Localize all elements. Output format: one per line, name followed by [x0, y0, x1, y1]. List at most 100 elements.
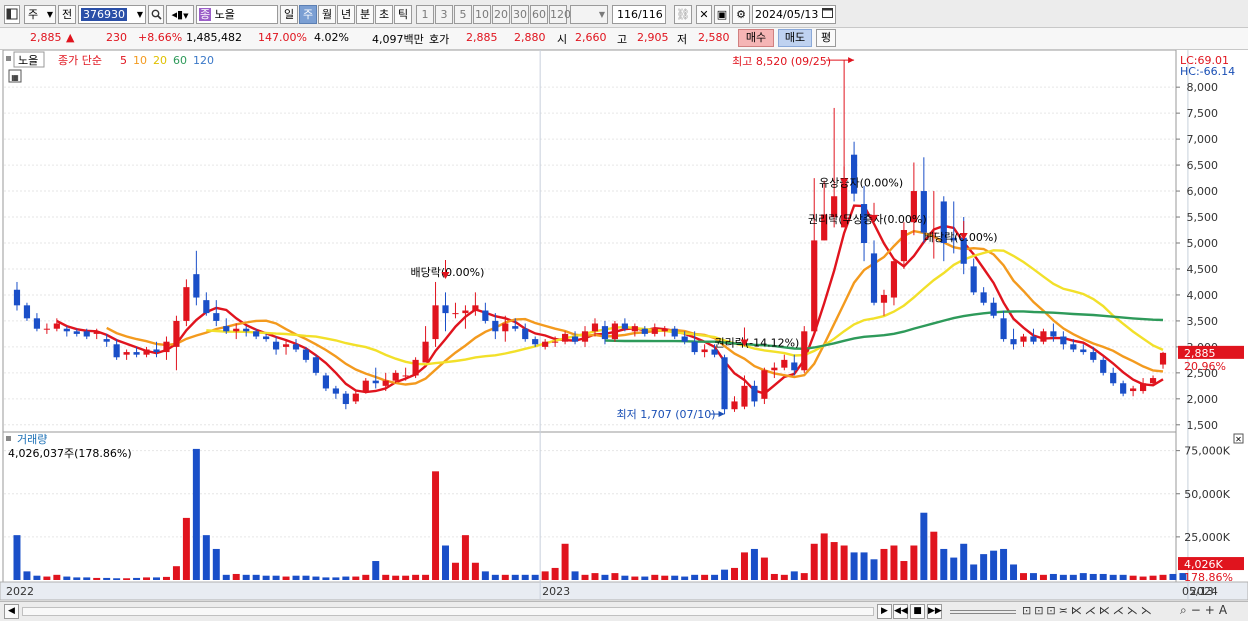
candle: [1100, 359, 1107, 373]
buy-button[interactable]: 매수: [738, 29, 774, 47]
count-field[interactable]: 116/116: [612, 5, 666, 24]
volume-bar: [162, 576, 170, 580]
interval-dropdown[interactable]: ▼: [570, 5, 608, 24]
candle: [741, 385, 748, 407]
fast-forward-icon[interactable]: ▶▶: [927, 604, 942, 619]
candle: [13, 289, 21, 306]
period-type-select[interactable]: 주 ▼: [24, 5, 56, 24]
tab-1[interactable]: 일: [280, 5, 298, 24]
candlestick-chart[interactable]: 1,5002,0002,5003,0003,5004,0004,5005,000…: [0, 49, 1248, 602]
tab-5[interactable]: 분: [356, 5, 374, 24]
candle: [53, 323, 60, 329]
volume-bar: [890, 545, 898, 580]
volume-bar: [731, 567, 738, 580]
gear-icon[interactable]: ⚙: [732, 5, 750, 24]
tab-4[interactable]: 년: [337, 5, 355, 24]
volume-bar: [222, 574, 230, 580]
chart-settings-icon[interactable]: [4, 5, 20, 24]
low-price: 2,580: [698, 31, 730, 44]
interval-5[interactable]: 5: [454, 5, 472, 24]
tab-6[interactable]: 초: [375, 5, 393, 24]
candle: [93, 331, 100, 334]
scroll-right-icon[interactable]: ▶: [877, 604, 892, 619]
candle: [123, 352, 130, 355]
save-icon[interactable]: ▣: [714, 5, 730, 24]
interval-1[interactable]: 1: [416, 5, 434, 24]
chart-area[interactable]: 1,5002,0002,5003,0003,5004,0004,5005,000…: [0, 49, 1248, 602]
interval-10[interactable]: 10: [473, 5, 491, 24]
volume-bar: [900, 561, 908, 580]
candle: [542, 341, 549, 347]
last-volume-label: 4,026K: [1184, 558, 1223, 571]
interval-3[interactable]: 3: [435, 5, 453, 24]
volume-bar: [1010, 564, 1018, 580]
volume-bar: [1029, 573, 1037, 580]
candle: [711, 349, 718, 355]
average-button[interactable]: 평: [816, 29, 836, 47]
rewind-icon[interactable]: ◀◀: [893, 604, 908, 619]
candle: [1000, 318, 1007, 340]
table-icon[interactable]: ▦: [11, 73, 19, 82]
tab-2[interactable]: 주: [299, 5, 317, 24]
candle: [681, 336, 688, 342]
sell-button[interactable]: 매도: [778, 29, 812, 47]
stock-name-field[interactable]: 종 노을: [196, 5, 278, 24]
market-badge: 종: [199, 8, 212, 21]
stock-name: 노을: [214, 8, 235, 21]
volume-bar: [451, 562, 459, 580]
interval-30[interactable]: 30: [511, 5, 529, 24]
tab-3[interactable]: 월: [318, 5, 336, 24]
interval-60[interactable]: 60: [530, 5, 548, 24]
candle: [611, 323, 619, 340]
volume-bar: [621, 575, 629, 580]
volume-value: 1,485,482: [186, 31, 242, 44]
calendar-icon[interactable]: [819, 6, 835, 25]
volume-bar: [123, 578, 131, 580]
link-icon[interactable]: ⛓: [674, 5, 692, 24]
volume-bar: [312, 576, 320, 580]
period-type-value: 주: [28, 8, 39, 21]
candle: [691, 341, 698, 353]
compare-button[interactable]: 전: [58, 5, 76, 24]
y-tick-label: 7,000: [1187, 133, 1219, 146]
interval-120[interactable]: 120: [549, 5, 571, 24]
price-panel-frame: [2, 49, 1177, 433]
candle: [113, 344, 120, 358]
volume-bar: [362, 574, 370, 580]
drawing-tools-icon[interactable]: ⊡⊡⊡≍⋉⋌⋉⋌⋋⋋: [1022, 604, 1155, 617]
scroll-left-icon[interactable]: ◀: [4, 604, 19, 619]
y-tick-label: 2,000: [1187, 393, 1219, 406]
volume-bar: [850, 552, 858, 580]
interval-20[interactable]: 20: [492, 5, 510, 24]
candle: [1149, 378, 1157, 384]
change-percent: +8.66%: [138, 31, 183, 44]
crosshair-icon[interactable]: ✕: [696, 5, 712, 24]
zoom-tools-icon[interactable]: ⌕−+A: [1180, 603, 1231, 618]
volume-bar: [990, 550, 998, 580]
volume-bar: [372, 561, 380, 580]
candle: [661, 328, 668, 332]
toolbar: 주 ▼ 전 376930 ▼ ◂▮▼ 종 노을 일주월년분초틱 1 3 5 10 20 30 6…: [0, 0, 1248, 28]
search-icon[interactable]: [148, 5, 164, 24]
volume-bar: [551, 567, 559, 580]
y-tick-label: 5,000: [1187, 237, 1219, 250]
tab-7[interactable]: 틱: [394, 5, 412, 24]
volume-bar: [860, 552, 868, 580]
candle: [253, 331, 260, 337]
close-panel-icon[interactable]: ✕: [1235, 435, 1242, 444]
zoom-slider[interactable]: [950, 610, 1016, 614]
volume-bar: [1059, 574, 1067, 580]
code-input[interactable]: 376930 ▼: [78, 5, 146, 24]
code-value: 376930: [81, 8, 127, 21]
stock-list-button[interactable]: ◂▮▼: [166, 5, 194, 24]
volume-bar: [531, 574, 539, 580]
candle: [900, 230, 908, 262]
volume-bar: [402, 575, 410, 580]
stop-icon[interactable]: ■: [910, 604, 925, 619]
horizontal-scrollbar[interactable]: [22, 607, 874, 616]
volume-bar: [740, 552, 748, 580]
volume-bar: [581, 574, 589, 580]
volume-bar: [1089, 573, 1097, 580]
ma-line-10: [106, 229, 1164, 386]
high-label: 고: [617, 33, 628, 46]
